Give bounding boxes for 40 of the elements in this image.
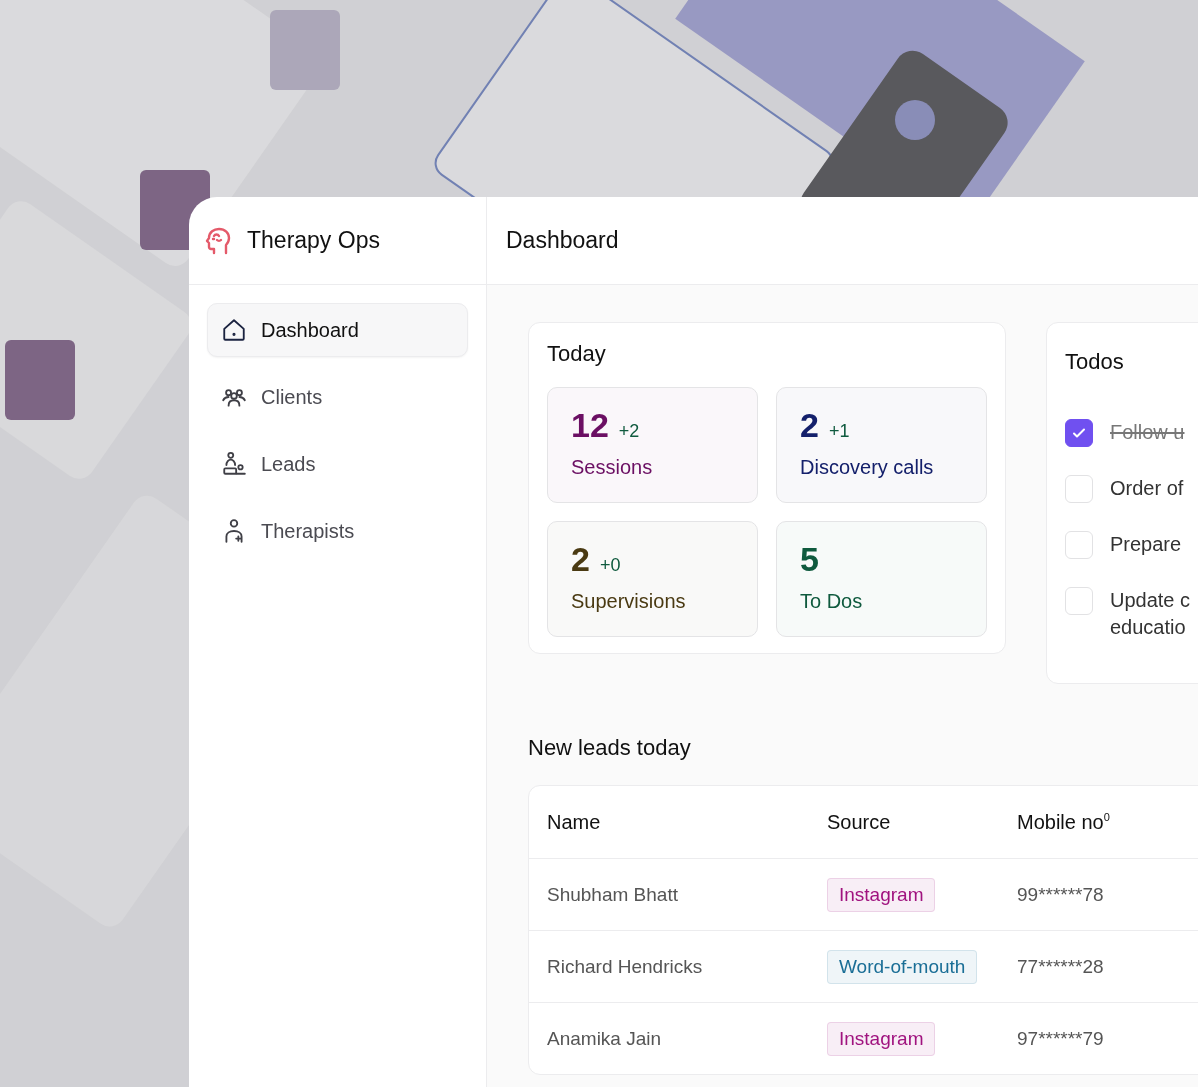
stat-delta: +2 — [618, 421, 640, 442]
todo-text: Follow u — [1110, 420, 1185, 445]
stat-label: Sessions — [571, 456, 654, 479]
table-cell-text: Anamika Jain — [547, 1027, 663, 1050]
table-cell-text: 99******78 — [1017, 883, 1105, 906]
sidebar-item[interactable]: Clients — [207, 370, 468, 424]
stat-label: Supervisions — [571, 590, 687, 613]
home-icon — [221, 317, 247, 343]
source-tag: Instagram — [827, 1021, 936, 1056]
todo-text: Order of — [1110, 476, 1184, 501]
column-header: Mobile no$^{0}$ — [1017, 810, 1111, 834]
stat-value: 2 — [571, 542, 590, 576]
brain-head-icon — [205, 226, 233, 255]
sidebar-item[interactable]: Therapists — [207, 504, 468, 558]
todo-text: Prepare — [1110, 532, 1182, 557]
table-cell-text: Richard Hendricks — [547, 955, 704, 978]
stat-delta: +0 — [599, 555, 621, 576]
checkbox[interactable] — [1065, 419, 1093, 447]
column-header: Name — [547, 810, 602, 834]
stat-label: To Dos — [800, 590, 864, 613]
column-header: Source — [827, 810, 892, 834]
section-title: New leads today — [528, 735, 692, 761]
sidebar-item[interactable]: Leads — [207, 437, 468, 491]
person-desk-icon — [221, 451, 247, 477]
todo-text: Update c educatio — [1110, 588, 1191, 640]
app-name: Therapy Ops — [247, 227, 380, 254]
table-cell-text: 77******28 — [1017, 955, 1105, 978]
card-title: Today — [547, 341, 607, 367]
source-tag: Instagram — [827, 877, 936, 912]
stat-delta: +1 — [828, 421, 850, 442]
stat-value: 5 — [800, 542, 819, 576]
table-cell-text: Shubham Bhatt — [547, 883, 679, 906]
stat-value: 2 — [800, 408, 819, 442]
stat-value: 12 — [571, 408, 609, 442]
source-tag: Word-of-mouth — [827, 949, 978, 984]
card-title: Todos — [1065, 349, 1125, 375]
table-cell-text: 97******79 — [1017, 1027, 1105, 1050]
sidebar-item[interactable]: Dashboard — [207, 303, 468, 357]
stat-label: Discovery calls — [800, 456, 935, 479]
page-title: Dashboard — [506, 227, 619, 254]
